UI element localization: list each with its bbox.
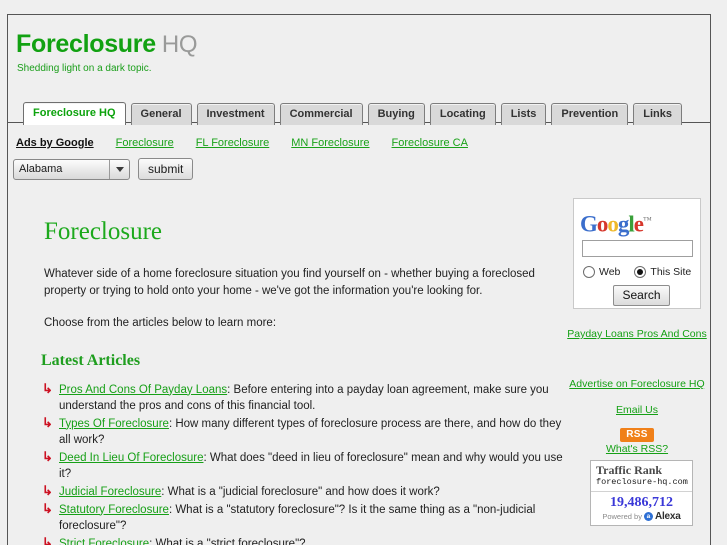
alexa-logo-icon: a <box>643 512 653 521</box>
alexa-powered-by: Powered by a Alexa <box>591 511 692 525</box>
article-list: ↳ Pros And Cons Of Payday Loans: Before e… <box>36 380 564 545</box>
article-list-item: ↳ Types Of Foreclosure: How many differen… <box>36 414 564 448</box>
article-list-item: ↳ Judicial Foreclosure: What is a "judici… <box>36 482 564 500</box>
ad-link-3[interactable]: MN Foreclosure <box>291 137 369 149</box>
sidebar-link-email-us[interactable]: Email Us <box>564 404 710 416</box>
radio-scope-web-label: Web <box>599 265 621 278</box>
site-title-secondary: HQ <box>161 31 198 58</box>
state-select-wrapper: Alabama <box>13 158 130 180</box>
ad-link-2[interactable]: FL Foreclosure <box>196 137 270 149</box>
article-list-item: ↳ Pros And Cons Of Payday Loans: Before e… <box>36 380 564 414</box>
radio-scope-this-site-label: This Site <box>650 265 692 278</box>
tab-foreclosure-hq[interactable]: Foreclosure HQ <box>23 102 126 125</box>
ads-by-google-bar: Ads by Google Foreclosure FL Foreclosure M… <box>8 133 710 153</box>
google-logo-letter-2: o <box>596 211 608 237</box>
state-lookup-form: Alabama submit <box>8 158 194 180</box>
google-trademark-icon: ™ <box>643 215 652 225</box>
article-link[interactable]: Strict Foreclosure <box>59 538 149 545</box>
ad-link-4[interactable]: Foreclosure CA <box>392 137 468 149</box>
browser-page: Foreclosure HQ Shedding light on a dark t… <box>0 0 727 545</box>
sidebar-link-whats-rss[interactable]: What's RSS? <box>564 443 710 455</box>
alexa-widget-title: Traffic Rank <box>596 463 663 477</box>
article-link[interactable]: Judicial Foreclosure <box>59 486 161 498</box>
search-scope-radio-group: Web This Site <box>583 265 700 278</box>
google-logo-letter-6: e <box>633 211 644 237</box>
article-description: : What is a "strict foreclosure"? <box>149 537 306 545</box>
main-column: Foreclosure Whatever side of a home fore… <box>36 190 564 545</box>
arrow-bullet-icon: ↳ <box>42 534 53 545</box>
tab-investment[interactable]: Investment <box>196 103 275 125</box>
article-list-item: ↳ Deed In Lieu Of Foreclosure: What does … <box>36 448 564 482</box>
article-link[interactable]: Statutory Foreclosure <box>59 504 169 516</box>
sidebar-link-advertise[interactable]: Advertise on Foreclosure HQ <box>564 378 710 390</box>
article-link[interactable]: Pros And Cons Of Payday Loans <box>59 384 227 396</box>
google-search-input[interactable] <box>581 239 693 257</box>
sidebar-link-payday-loans[interactable]: Payday Loans Pros And Cons <box>564 328 710 340</box>
content-region: Foreclosure Whatever side of a home fore… <box>8 190 710 545</box>
tab-locating[interactable]: Locating <box>429 103 496 125</box>
alexa-brand-label: Alexa <box>654 511 681 522</box>
google-search-button[interactable]: Search <box>613 284 670 306</box>
latest-articles-heading: Latest Articles <box>41 351 141 369</box>
tab-lists[interactable]: Lists <box>500 103 547 125</box>
radio-scope-this-site[interactable] <box>634 265 647 278</box>
intro-paragraph-1: Whatever side of a home foreclosure situ… <box>44 268 535 297</box>
arrow-bullet-icon: ↳ <box>42 482 53 498</box>
google-logo-letter-3: o <box>607 211 618 237</box>
rss-badge-icon[interactable]: RSS <box>620 428 654 442</box>
site-tagline: Shedding light on a dark topic. <box>17 63 152 74</box>
arrow-bullet-icon: ↳ <box>42 414 53 430</box>
article-list-item: ↳ Statutory Foreclosure: What is a "statu… <box>36 500 564 534</box>
intro-paragraph-2: Choose from the articles below to learn … <box>44 317 277 329</box>
alexa-rank-value: 19,486,712 <box>610 495 673 510</box>
arrow-bullet-icon: ↳ <box>42 448 53 464</box>
google-logo: Google™ <box>580 208 700 237</box>
ads-by-google-label: Ads by Google <box>16 137 94 149</box>
ad-link-1[interactable]: Foreclosure <box>116 137 174 149</box>
primary-navigation-tabs: Foreclosure HQ General Investment Commercia… <box>8 102 682 125</box>
article-link[interactable]: Types Of Foreclosure <box>59 418 169 430</box>
page-frame-right <box>710 14 711 545</box>
alexa-widget-domain: foreclosure-hq.com <box>591 477 692 492</box>
arrow-bullet-icon: ↳ <box>42 500 53 516</box>
tab-commercial[interactable]: Commercial <box>279 103 363 125</box>
rss-block: RSS What's RSS? <box>564 424 710 455</box>
google-logo-letter-1: G <box>580 211 598 237</box>
submit-button[interactable]: submit <box>138 158 194 180</box>
alexa-powered-by-label: Powered by <box>602 512 642 521</box>
page-title: Foreclosure <box>44 218 163 245</box>
ads-link-group: Foreclosure FL Foreclosure MN Foreclosure F… <box>94 137 468 149</box>
alexa-traffic-rank-widget[interactable]: Traffic Rank foreclosure-hq.com 19,486,7… <box>590 460 693 526</box>
state-select[interactable]: Alabama <box>13 158 130 180</box>
google-search-widget: Google™ Web This Site Search <box>573 198 701 309</box>
article-list-item: ↳ Strict Foreclosure: What is a "strict f… <box>36 534 564 545</box>
tab-general[interactable]: General <box>130 103 192 125</box>
google-logo-letter-4: g <box>617 211 629 237</box>
radio-scope-web[interactable] <box>583 265 595 278</box>
tab-prevention[interactable]: Prevention <box>551 103 629 125</box>
arrow-bullet-icon: ↳ <box>42 380 53 396</box>
tab-buying[interactable]: Buying <box>367 103 425 125</box>
article-description: : What is a "judicial foreclosure" and h… <box>161 485 440 498</box>
site-logo[interactable]: Foreclosure HQ <box>16 30 198 59</box>
article-link[interactable]: Deed In Lieu Of Foreclosure <box>59 452 203 464</box>
tab-links[interactable]: Links <box>633 103 682 125</box>
site-title-primary: Foreclosure <box>16 30 156 58</box>
